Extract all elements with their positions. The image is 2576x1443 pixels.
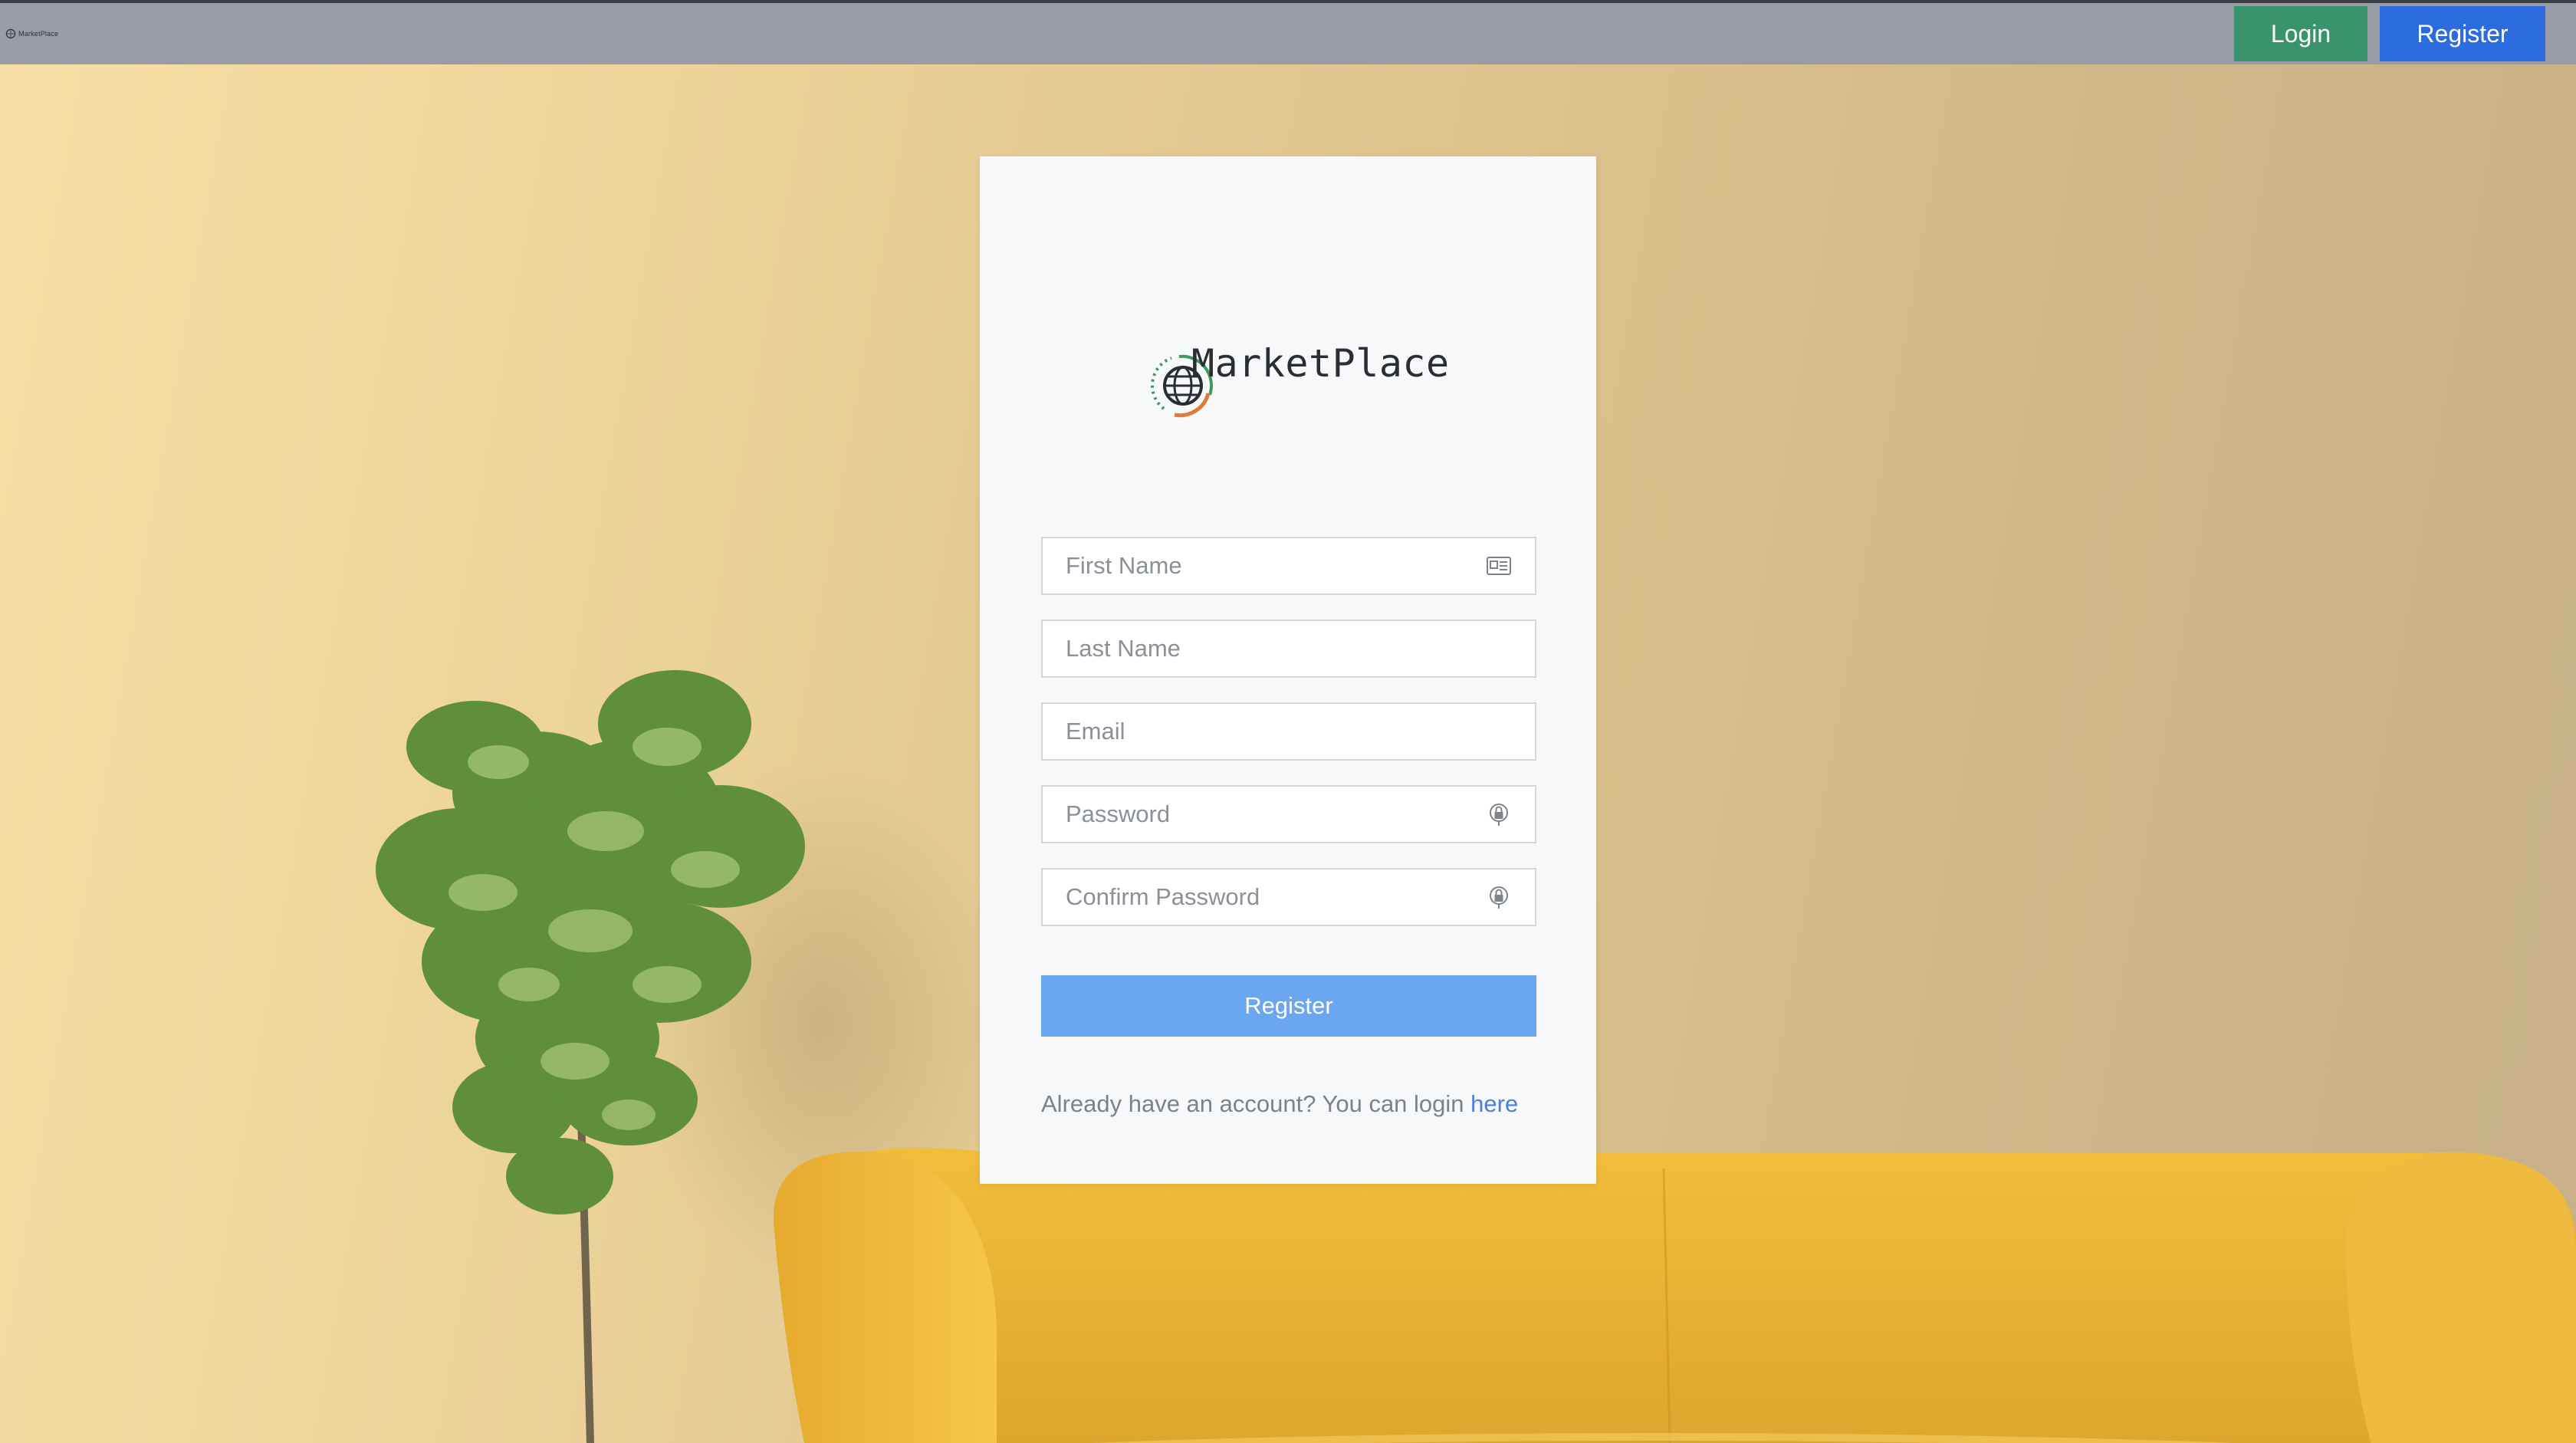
last-name-input[interactable] [1066, 635, 1512, 662]
globe-logo-icon [5, 28, 16, 39]
lock-icon [1490, 804, 1508, 826]
login-here-link[interactable]: here [1470, 1090, 1518, 1117]
plant-image [376, 670, 805, 1443]
navbar-register-button[interactable]: Register [2380, 6, 2545, 61]
navbar-brand-text: MarketPlace [18, 30, 59, 38]
first-name-field[interactable] [1041, 537, 1536, 595]
register-card: MarketPlace Register Alr [980, 156, 1596, 1184]
register-submit-button[interactable]: Register [1041, 975, 1536, 1037]
marketplace-logo: MarketPlace [1148, 334, 1449, 419]
navbar-login-button[interactable]: Login [2234, 6, 2367, 61]
id-card-icon [1487, 557, 1511, 575]
lock-icon [1490, 886, 1508, 909]
last-name-field[interactable] [1041, 620, 1536, 678]
email-field[interactable] [1041, 702, 1536, 761]
confirm-password-input[interactable] [1066, 883, 1486, 911]
login-prompt: Already have an account? You can login h… [1041, 1090, 1536, 1118]
email-input[interactable] [1066, 718, 1512, 745]
password-field[interactable] [1041, 785, 1536, 843]
confirm-password-field[interactable] [1041, 868, 1536, 926]
login-prompt-text: Already have an account? You can login [1041, 1090, 1471, 1117]
top-navbar: MarketPlace Login Register [0, 0, 2576, 64]
logo-text: MarketPlace [1191, 341, 1450, 386]
first-name-input[interactable] [1066, 552, 1486, 580]
password-input[interactable] [1066, 800, 1486, 828]
navbar-brand[interactable]: MarketPlace [5, 26, 58, 41]
